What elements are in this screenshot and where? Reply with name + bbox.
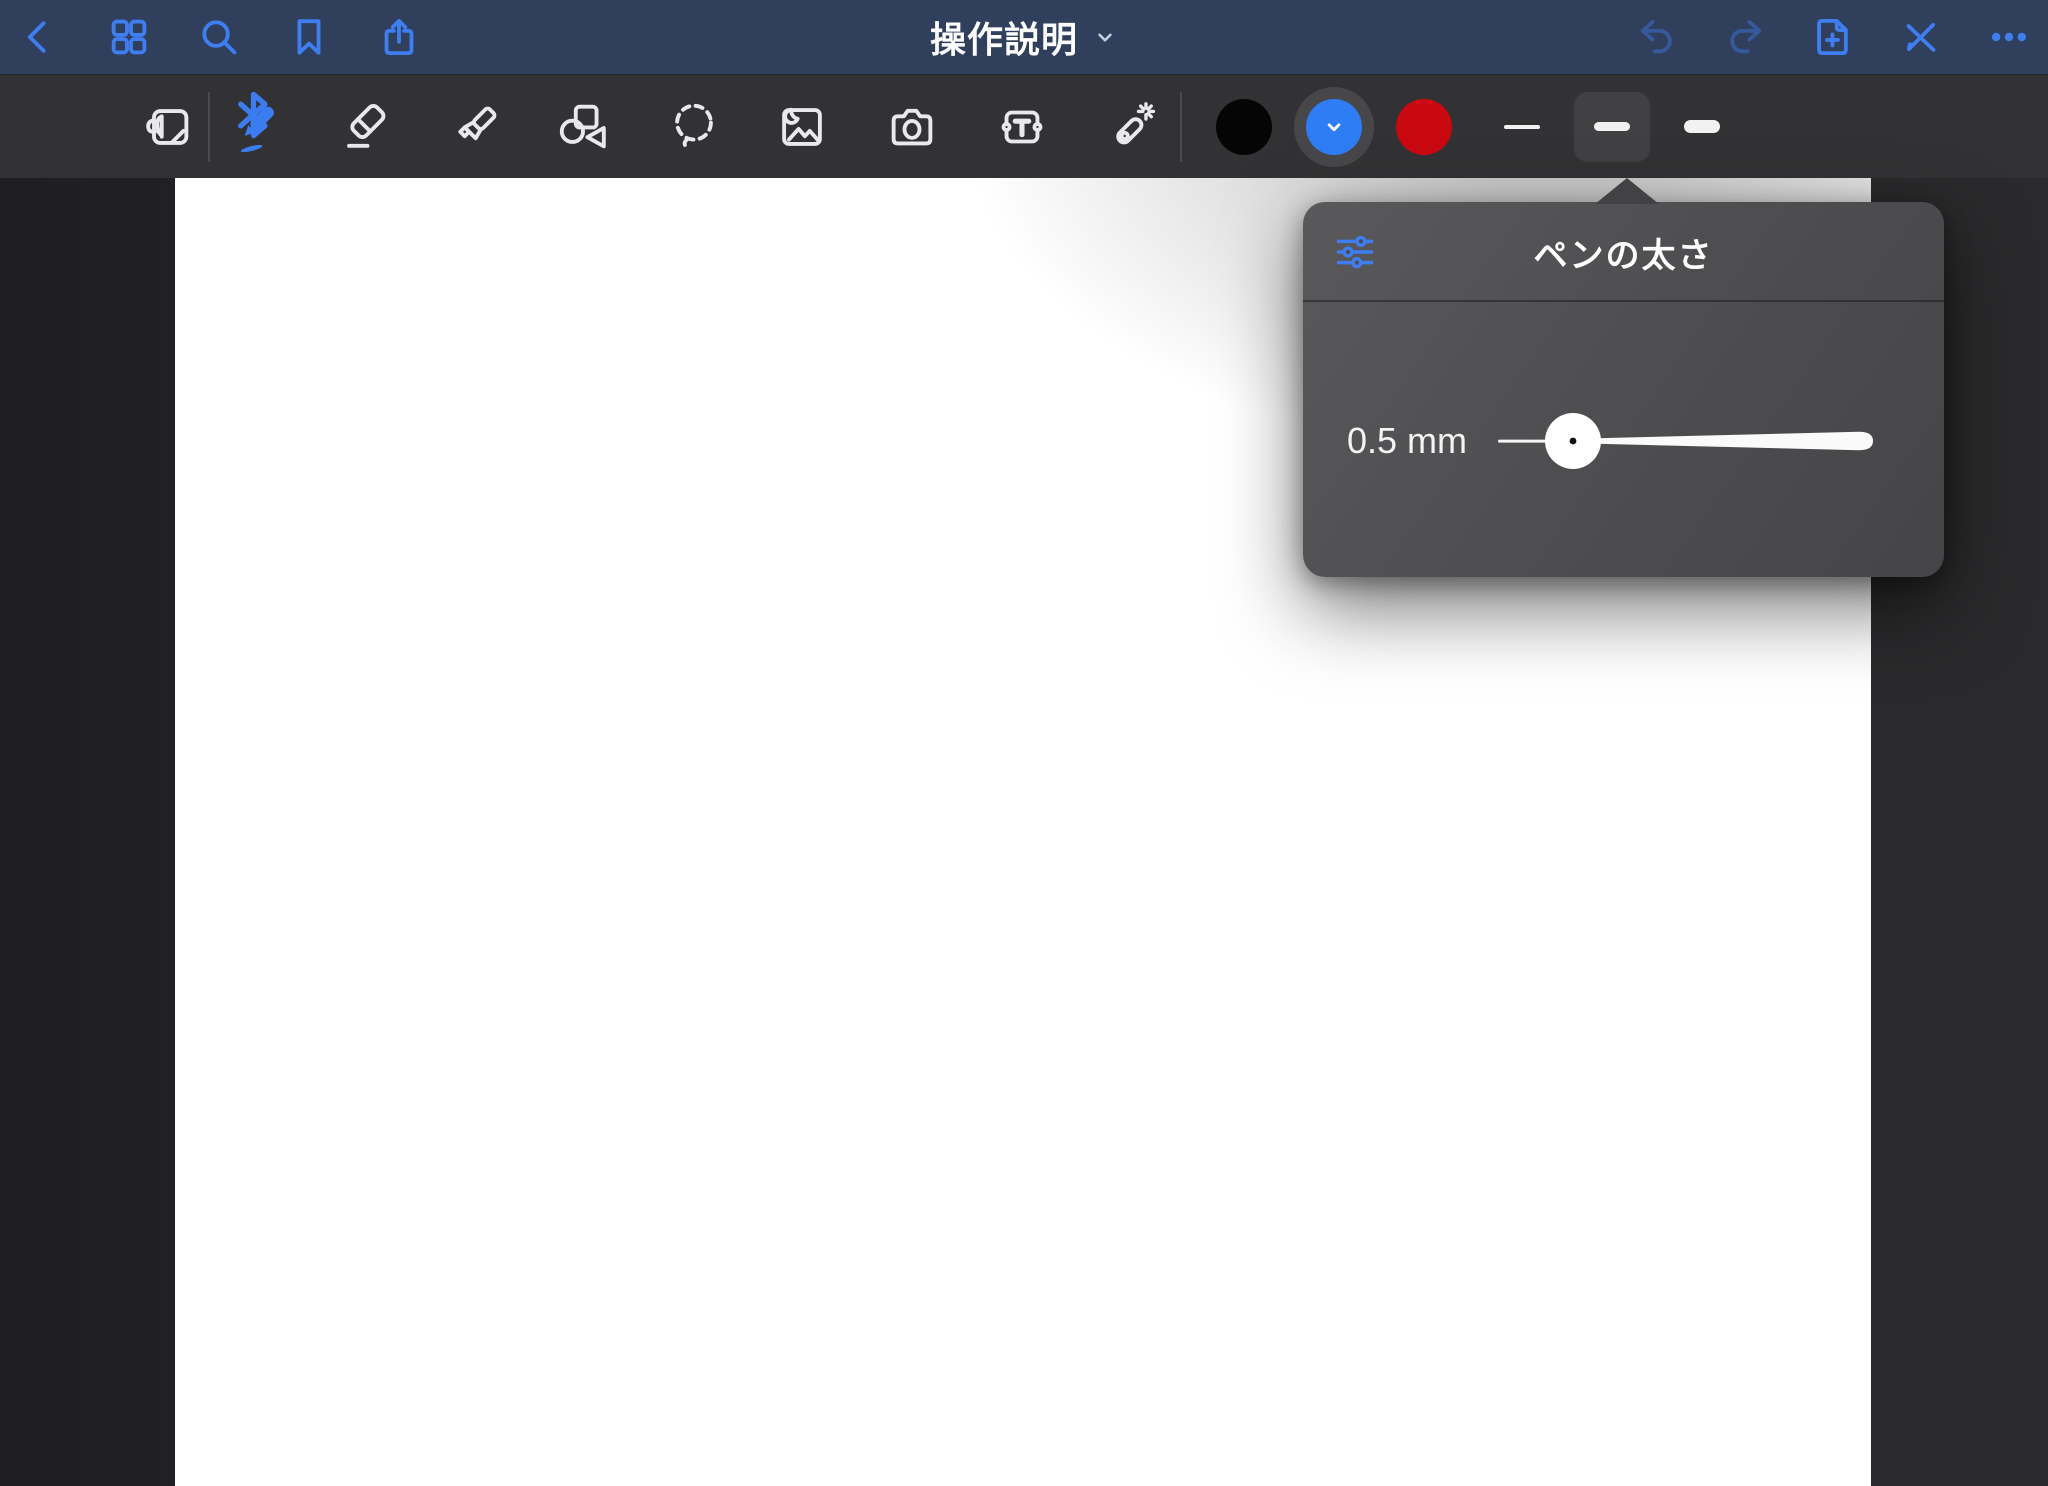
color-swatch-blue-selected[interactable] bbox=[1294, 87, 1374, 167]
back-icon bbox=[17, 15, 61, 59]
page-grid-icon bbox=[107, 15, 151, 59]
back-button[interactable] bbox=[14, 12, 64, 62]
thickness-thin-button[interactable] bbox=[1484, 92, 1560, 162]
text-icon bbox=[993, 98, 1051, 156]
eraser-icon bbox=[337, 98, 395, 156]
image-icon bbox=[773, 98, 831, 156]
notes-app: 操作説明 bbox=[0, 0, 2048, 1486]
navigation-bar: 操作説明 bbox=[0, 0, 2048, 74]
highlighter-tool-button[interactable] bbox=[444, 90, 508, 164]
shapes-tool-button[interactable] bbox=[552, 90, 616, 164]
toolbar-divider bbox=[208, 92, 210, 162]
pen-thickness-popover: ペンの太さ 0.5 mm bbox=[1303, 202, 1944, 577]
add-page-button[interactable] bbox=[1808, 12, 1858, 62]
tool-ribbon bbox=[0, 74, 2048, 178]
share-button[interactable] bbox=[374, 12, 424, 62]
view-mode-button[interactable] bbox=[136, 90, 200, 164]
thickness-medium-button[interactable] bbox=[1574, 92, 1650, 162]
add-page-icon bbox=[1811, 15, 1855, 59]
stylus-disconnect-button[interactable] bbox=[1896, 12, 1946, 62]
laser-pointer-icon bbox=[1101, 98, 1159, 156]
laser-pointer-button[interactable] bbox=[1098, 90, 1162, 164]
image-tool-button[interactable] bbox=[770, 90, 834, 164]
toolbar-divider bbox=[1180, 92, 1182, 162]
bookmark-icon bbox=[287, 15, 331, 59]
eraser-tool-button[interactable] bbox=[334, 90, 398, 164]
lasso-icon bbox=[665, 98, 723, 156]
undo-icon bbox=[1635, 15, 1679, 59]
more-button[interactable] bbox=[1984, 12, 2034, 62]
thickness-value-label: 0.5 mm bbox=[1347, 420, 1467, 462]
undo-button[interactable] bbox=[1632, 12, 1682, 62]
camera-tool-button[interactable] bbox=[880, 90, 944, 164]
chevron-down-icon bbox=[1092, 24, 1118, 50]
camera-icon bbox=[883, 98, 941, 156]
redo-button[interactable] bbox=[1720, 12, 1770, 62]
bluetooth-icon bbox=[225, 86, 283, 144]
bookmark-button[interactable] bbox=[284, 12, 334, 62]
thickness-slider-row: 0.5 mm bbox=[1303, 302, 1944, 577]
page-title: 操作説明 bbox=[930, 11, 1078, 63]
color-swatch-red[interactable] bbox=[1382, 85, 1466, 169]
text-tool-button[interactable] bbox=[990, 90, 1054, 164]
chevron-down-icon bbox=[1321, 114, 1347, 140]
thickness-thick-button[interactable] bbox=[1664, 92, 1740, 162]
lasso-tool-button[interactable] bbox=[662, 90, 726, 164]
shapes-icon bbox=[555, 98, 613, 156]
color-swatch-black[interactable] bbox=[1202, 85, 1286, 169]
search-icon bbox=[197, 15, 241, 59]
pen-tool-button[interactable] bbox=[224, 90, 288, 164]
stylus-disconnect-icon bbox=[1899, 15, 1943, 59]
search-button[interactable] bbox=[194, 12, 244, 62]
more-icon bbox=[1987, 15, 2031, 59]
share-icon bbox=[377, 15, 421, 59]
thickness-slider[interactable] bbox=[1481, 405, 1891, 477]
highlighter-icon bbox=[447, 98, 505, 156]
thumbnails-button[interactable] bbox=[104, 12, 154, 62]
nav-left-group bbox=[14, 0, 424, 74]
redo-icon bbox=[1723, 15, 1767, 59]
view-mode-icon bbox=[139, 98, 197, 156]
nav-right-group bbox=[1632, 0, 2034, 74]
popover-title: ペンの太さ bbox=[1303, 202, 1944, 302]
popover-header: ペンの太さ bbox=[1303, 202, 1944, 302]
